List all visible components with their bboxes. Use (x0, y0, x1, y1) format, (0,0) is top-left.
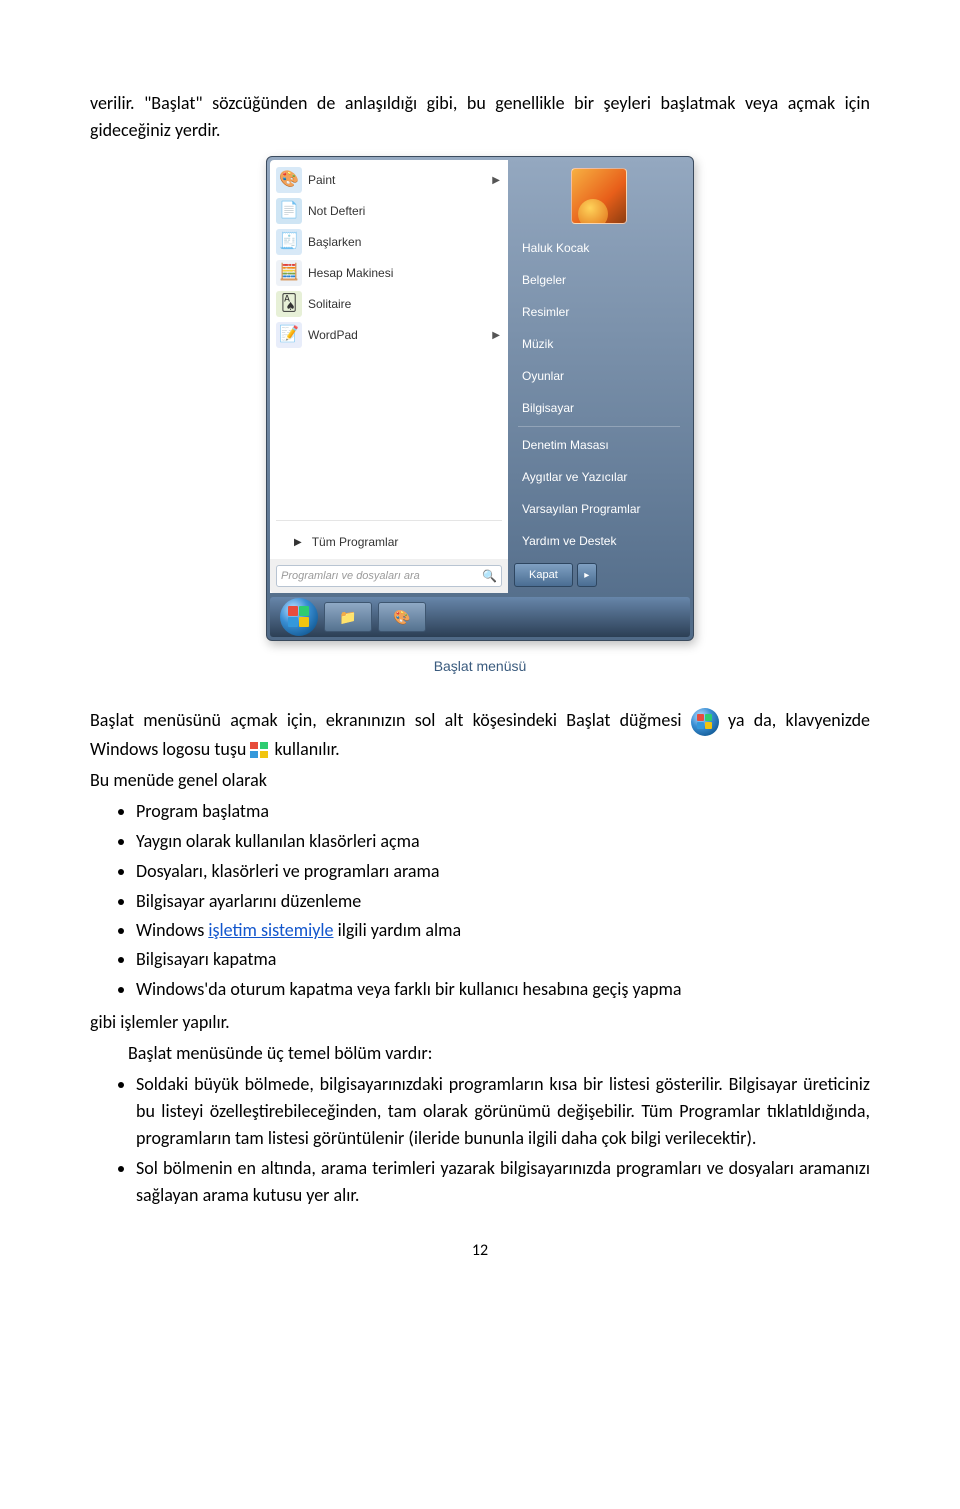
list-item: Bilgisayar ayarlarını düzenleme (136, 888, 870, 915)
search-input[interactable]: Programları ve dosyaları ara 🔍 (276, 565, 502, 587)
start-menu-left-pane: 🎨Paint▶📄Not Defteri🧾Başlarken🧮Hesap Maki… (270, 160, 508, 593)
program-item[interactable]: 🎨 Paint▶ (270, 164, 508, 195)
program-icon: 🧮 (276, 260, 302, 286)
user-avatar[interactable] (571, 168, 627, 224)
bullet-list-3: Soldaki büyük bölmede, bilgisayarınızdak… (90, 1071, 870, 1209)
shutdown-options-arrow[interactable]: ▸ (577, 563, 597, 587)
list-item: Yaygın olarak kullanılan klasörleri açma (136, 828, 870, 855)
program-item[interactable]: 🧮 Hesap Makinesi (270, 257, 508, 288)
paragraph-after-list: gibi işlemler yapılır. (90, 1009, 870, 1036)
program-item[interactable]: 🂡 Solitaire (270, 288, 508, 319)
intro-paragraph: verilir. "Başlat" sözcüğünden de anlaşıl… (90, 90, 870, 144)
program-label: Hesap Makinesi (308, 264, 500, 282)
separator (276, 520, 502, 521)
program-icon: 🎨 (276, 167, 302, 193)
list-item: Windows işletim sistemiyle ilgili yardım… (136, 917, 870, 944)
all-programs-item[interactable]: ▶ Tüm Programlar (270, 525, 508, 559)
shutdown-button[interactable]: Kapat (514, 563, 573, 587)
submenu-arrow-icon: ▶ (492, 328, 500, 343)
program-label: Paint (308, 171, 492, 189)
search-placeholder-text: Programları ve dosyaları ara (281, 568, 420, 585)
program-icon: 📄 (276, 198, 302, 224)
right-pane-item[interactable]: Belgeler (508, 264, 690, 296)
start-menu: 🎨Paint▶📄Not Defteri🧾Başlarken🧮Hesap Maki… (266, 156, 694, 641)
page-number: 12 (90, 1239, 870, 1263)
list-item: Dosyaları, klasörleri ve programları ara… (136, 858, 870, 885)
program-label: Başlarken (308, 233, 500, 251)
paragraph-three-sections: Başlat menüsünde üç temel bölüm vardır: (90, 1040, 870, 1067)
program-label: WordPad (308, 326, 492, 344)
os-link[interactable]: işletim sistemiyle (208, 919, 333, 941)
program-label: Not Defteri (308, 202, 500, 220)
program-icon: 🂡 (276, 291, 302, 317)
text: Başlat menüsünü açmak için, ekranınızın … (90, 709, 691, 731)
text: kullanılır. (274, 738, 339, 760)
right-pane-item[interactable]: Oyunlar (508, 360, 690, 392)
list-item: Sol bölmenin en altında, arama terimleri… (136, 1155, 870, 1209)
program-label: Solitaire (308, 295, 500, 313)
search-area: Programları ve dosyaları ara 🔍 (270, 559, 508, 593)
right-pane-item[interactable]: Müzik (508, 328, 690, 360)
program-icon: 📝 (276, 322, 302, 348)
right-pane-item[interactable]: Aygıtlar ve Yazıcılar (508, 461, 690, 493)
start-menu-right-pane: Haluk Kocak BelgelerResimlerMüzikOyunlar… (508, 160, 690, 593)
text: ilgili yardım alma (334, 919, 462, 941)
program-icon: 🧾 (276, 229, 302, 255)
separator (518, 426, 680, 427)
program-item[interactable]: 📝 WordPad▶ (270, 319, 508, 350)
all-programs-label: Tüm Programlar (312, 533, 399, 551)
right-pane-item[interactable]: Denetim Masası (508, 429, 690, 461)
paragraph-open-start: Başlat menüsünü açmak için, ekranınızın … (90, 707, 870, 763)
program-item[interactable]: 🧾 Başlarken (270, 226, 508, 257)
bullet-list-1b: Windows işletim sistemiyle ilgili yardım… (90, 917, 870, 944)
search-icon: 🔍 (482, 567, 497, 585)
right-pane-item[interactable]: Resimler (508, 296, 690, 328)
list-item: Bilgisayarı kapatma (136, 946, 870, 973)
bullet-list-1: Program başlatma Yaygın olarak kullanılan… (90, 798, 870, 915)
submenu-arrow-icon: ▶ (492, 173, 500, 188)
list-item: Soldaki büyük bölmede, bilgisayarınızdak… (136, 1071, 870, 1152)
list-item: Program başlatma (136, 798, 870, 825)
right-pane-item[interactable]: Varsayılan Programlar (508, 493, 690, 525)
taskbar: 📁 🎨 (270, 597, 690, 637)
start-orb-icon (691, 708, 719, 736)
taskbar-pinned-explorer[interactable]: 📁 (324, 602, 372, 632)
taskbar-pinned-paint[interactable]: 🎨 (378, 602, 426, 632)
bullet-list-2: Bilgisayarı kapatma Windows'da oturum kap… (90, 946, 870, 1003)
paragraph-general: Bu menüde genel olarak (90, 767, 870, 794)
user-name-item[interactable]: Haluk Kocak (508, 232, 690, 264)
triangle-icon: ▶ (294, 535, 302, 550)
list-item: Windows'da oturum kapatma veya farklı bi… (136, 976, 870, 1003)
right-pane-item[interactable]: Bilgisayar (508, 392, 690, 424)
right-pane-item[interactable]: Yardım ve Destek (508, 525, 690, 557)
windows-key-icon (250, 742, 270, 758)
figure-caption: Başlat menüsü (90, 656, 870, 677)
text: Windows (136, 919, 208, 941)
start-orb[interactable] (280, 598, 318, 636)
start-menu-figure: 🎨Paint▶📄Not Defteri🧾Başlarken🧮Hesap Maki… (90, 156, 870, 677)
program-item[interactable]: 📄 Not Defteri (270, 195, 508, 226)
